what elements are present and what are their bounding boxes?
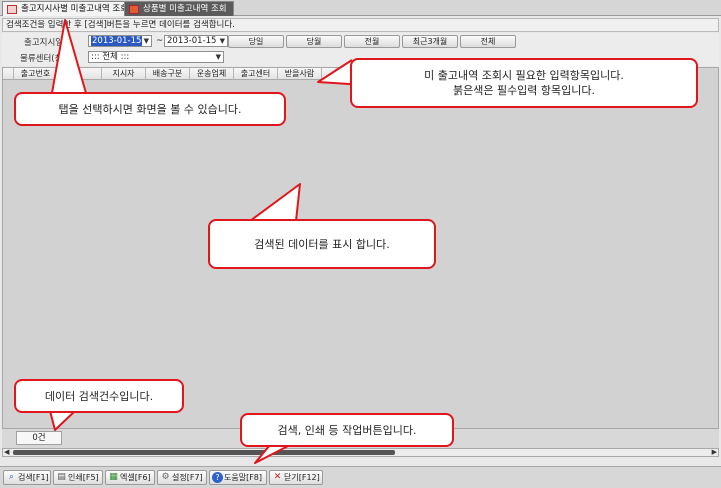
column-header[interactable]: 출고번호 bbox=[14, 68, 58, 80]
input-help-line2: 붉은색은 필수입력 항목입니다. bbox=[452, 84, 596, 97]
form-icon bbox=[7, 5, 17, 14]
center-select[interactable]: ::: 전체 ::: ▼ bbox=[88, 51, 224, 63]
tab-label: 상품별 미출고내역 조회 bbox=[143, 4, 227, 14]
date-to-value: 2013-01-15 bbox=[167, 36, 217, 46]
scroll-left-icon[interactable]: ◀ bbox=[4, 448, 9, 456]
excel-icon: ▦ bbox=[109, 472, 118, 482]
record-count: 0건 bbox=[16, 431, 62, 445]
tab-help-text: 탭을 선택하시면 화면을 볼 수 있습니다. bbox=[58, 102, 242, 116]
date-from-value: 2013-01-15 bbox=[91, 36, 143, 46]
row-header-cell bbox=[3, 68, 14, 80]
this-month-button[interactable]: 당월 bbox=[286, 35, 342, 48]
tab-product[interactable]: 상품별 미출고내역 조회 bbox=[124, 1, 234, 16]
help-icon: ? bbox=[212, 472, 223, 483]
settings-button[interactable]: ⚙ 설정[F7] bbox=[157, 470, 207, 485]
settings-button-label: 설정[F7] bbox=[172, 473, 203, 482]
close-icon: ✕ bbox=[273, 472, 282, 482]
gear-icon: ⚙ bbox=[161, 472, 170, 482]
chevron-down-icon[interactable]: ▼ bbox=[144, 36, 149, 46]
horizontal-scrollbar[interactable]: ◀ ▶ bbox=[2, 448, 719, 457]
input-help-line1: 미 출고내역 조회시 필요한 입력항목입니다. bbox=[424, 69, 624, 82]
range-separator: ~ bbox=[156, 36, 164, 46]
column-header[interactable]: 받을사람 bbox=[278, 68, 322, 80]
form-icon bbox=[129, 5, 139, 14]
tab-order-instruction[interactable]: 출고지시사별 미출고내역 조회 bbox=[2, 1, 136, 16]
help-button-label: 도움말[F8] bbox=[224, 473, 263, 482]
close-button-label: 닫기[F12] bbox=[284, 473, 320, 482]
grid-help-text: 검색된 데이터를 표시 합니다. bbox=[254, 237, 390, 251]
scroll-thumb[interactable] bbox=[13, 450, 395, 455]
center-value: ::: 전체 ::: bbox=[91, 52, 130, 62]
excel-button[interactable]: ▦ 엑셀[F6] bbox=[105, 470, 155, 485]
date-to-picker[interactable]: 2013-01-15 ▼ bbox=[164, 35, 228, 47]
print-icon: ▤ bbox=[57, 472, 66, 482]
print-button-label: 인쇄[F5] bbox=[68, 473, 99, 482]
help-button[interactable]: ? 도움말[F8] bbox=[209, 470, 267, 485]
grid-help-callout: 검색된 데이터를 표시 합니다. bbox=[208, 219, 436, 269]
tab-help-callout: 탭을 선택하시면 화면을 볼 수 있습니다. bbox=[14, 92, 286, 126]
count-help-text: 데이터 검색건수입니다. bbox=[44, 389, 154, 403]
chevron-down-icon[interactable]: ▼ bbox=[220, 36, 225, 46]
column-header[interactable] bbox=[58, 68, 102, 80]
button-help-callout: 검색, 인쇄 등 작업버튼입니다. bbox=[240, 413, 454, 447]
scroll-right-icon[interactable]: ▶ bbox=[712, 448, 717, 456]
all-period-button[interactable]: 전체 bbox=[460, 35, 516, 48]
tab-label: 출고지시사별 미출고내역 조회 bbox=[21, 4, 129, 14]
date-from-picker[interactable]: 2013-01-15 ▼ bbox=[88, 35, 152, 47]
input-help-callout: 미 출고내역 조회시 필요한 입력항목입니다. 붉은색은 필수입력 항목입니다. bbox=[350, 58, 698, 108]
grid-header: 출고번호 지시자 배송구분 운송업체 출고센터 받을사람 bbox=[3, 68, 335, 80]
print-button[interactable]: ▤ 인쇄[F5] bbox=[53, 470, 103, 485]
column-header[interactable]: 지시자 bbox=[102, 68, 146, 80]
search-button[interactable]: ⌕ 검색[F1] bbox=[3, 470, 51, 485]
excel-button-label: 엑셀[F6] bbox=[120, 473, 151, 482]
last-3-months-button[interactable]: 최근3개월 bbox=[402, 35, 458, 48]
search-icon: ⌕ bbox=[8, 472, 15, 482]
today-button[interactable]: 당일 bbox=[228, 35, 284, 48]
action-bar: ⌕ 검색[F1] ▤ 인쇄[F5] ▦ 엑셀[F6] ⚙ 설정[F7] ? 도움… bbox=[0, 466, 721, 488]
guide-text: 검색조건을 입력한 후 [검색]버튼을 누르면 데이터를 검색합니다. bbox=[2, 18, 719, 32]
last-month-button[interactable]: 전월 bbox=[344, 35, 400, 48]
center-label: 물류센터(창 bbox=[20, 54, 63, 64]
column-header[interactable]: 배송구분 bbox=[146, 68, 190, 80]
tab-bar: 출고지시사별 미출고내역 조회 상품별 미출고내역 조회 bbox=[0, 0, 721, 16]
column-header[interactable]: 운송업체 bbox=[190, 68, 234, 80]
count-help-callout: 데이터 검색건수입니다. bbox=[14, 379, 184, 413]
button-help-text: 검색, 인쇄 등 작업버튼입니다. bbox=[277, 423, 417, 437]
close-button[interactable]: ✕ 닫기[F12] bbox=[269, 470, 323, 485]
column-header[interactable]: 출고센터 bbox=[234, 68, 278, 80]
chevron-down-icon[interactable]: ▼ bbox=[216, 52, 221, 62]
search-button-label: 검색[F1] bbox=[18, 473, 49, 482]
date-label: 출고지시일 bbox=[24, 38, 64, 48]
